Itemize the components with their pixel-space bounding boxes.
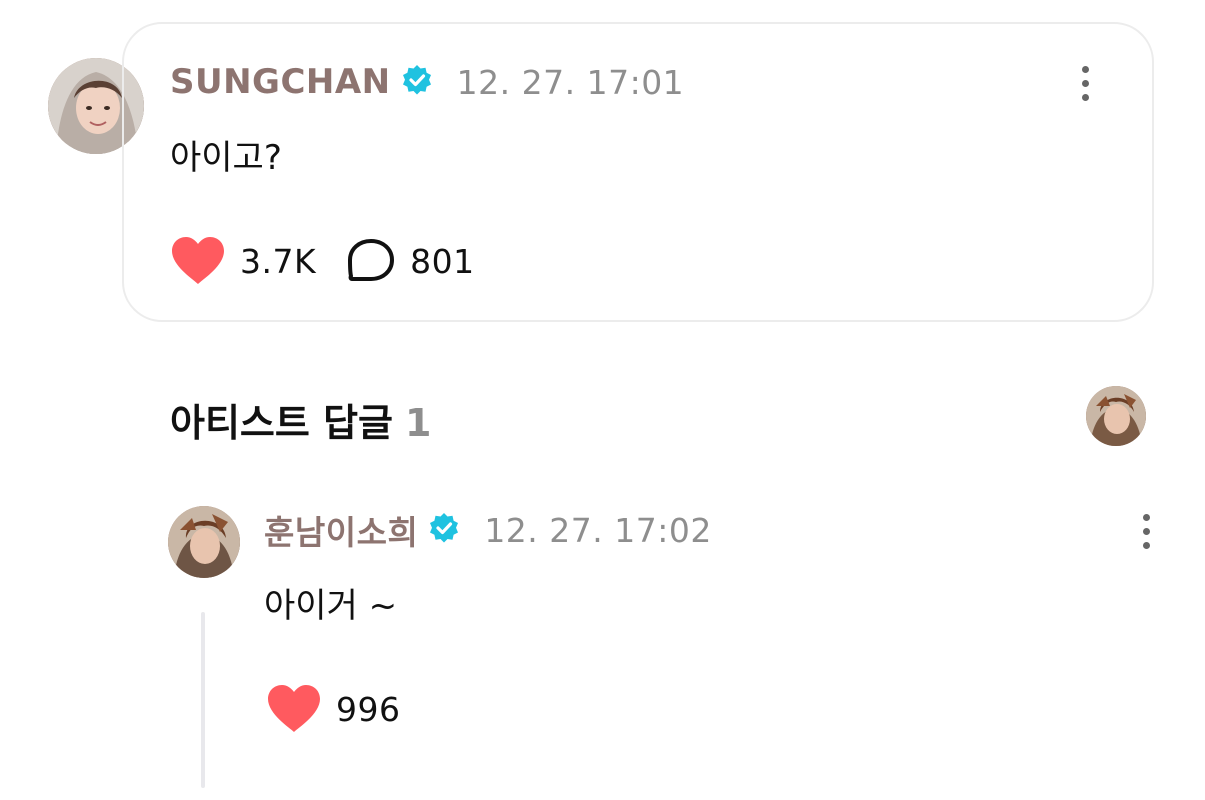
reply-more-button[interactable] bbox=[1134, 514, 1158, 549]
post-header: SUNGCHAN 12. 27. 17:01 bbox=[170, 62, 684, 102]
post-stats: 3.7K 801 bbox=[170, 236, 475, 286]
comment-bubble-icon bbox=[348, 239, 395, 281]
reply-stats: 996 bbox=[266, 684, 401, 734]
artist-replies-title: 아티스트 답글 bbox=[170, 401, 393, 445]
page: SUNGCHAN 12. 27. 17:01 아이고? 3.7K 801 아티스… bbox=[0, 0, 1205, 800]
reply-author-avatar[interactable] bbox=[168, 506, 240, 578]
more-vertical-icon-dot bbox=[1142, 542, 1150, 549]
reply-timestamp: 12. 27. 17:02 bbox=[484, 510, 712, 550]
more-vertical-icon bbox=[1081, 66, 1089, 73]
more-vertical-icon bbox=[1142, 514, 1150, 521]
artist-replies-heading: 아티스트 답글 1 bbox=[170, 392, 431, 447]
post-timestamp: 12. 27. 17:01 bbox=[456, 62, 685, 102]
avatar-photo bbox=[1086, 386, 1146, 446]
post-more-button[interactable] bbox=[1073, 66, 1097, 101]
post-like-button[interactable]: 3.7K bbox=[170, 236, 316, 286]
reply-header: 훈남이소희 12. 27. 17:02 bbox=[264, 510, 712, 553]
reply-text: 아이거 ~ bbox=[264, 586, 398, 626]
verified-badge-icon bbox=[401, 64, 433, 100]
artist-replies-avatar[interactable] bbox=[1086, 386, 1146, 446]
post-like-count: 3.7K bbox=[240, 241, 317, 281]
more-vertical-icon-dot bbox=[1081, 94, 1089, 101]
verified-badge-icon bbox=[428, 512, 460, 548]
reply-like-count: 996 bbox=[336, 689, 401, 729]
more-vertical-icon-dot bbox=[1081, 80, 1089, 87]
post-author-name[interactable]: SUNGCHAN bbox=[170, 62, 391, 102]
more-vertical-icon-dot bbox=[1142, 528, 1150, 535]
post-comment-button[interactable]: 801 bbox=[346, 238, 475, 284]
reply-like-button[interactable]: 996 bbox=[266, 684, 401, 734]
reply-thread-line bbox=[201, 612, 205, 788]
avatar-photo bbox=[168, 506, 240, 578]
heart-icon bbox=[172, 237, 224, 284]
artist-replies-count: 1 bbox=[405, 401, 432, 445]
post-comment-count: 801 bbox=[410, 241, 475, 281]
reply-author-name[interactable]: 훈남이소희 bbox=[264, 506, 418, 554]
heart-icon bbox=[268, 685, 320, 732]
post-text: 아이고? bbox=[170, 138, 282, 178]
